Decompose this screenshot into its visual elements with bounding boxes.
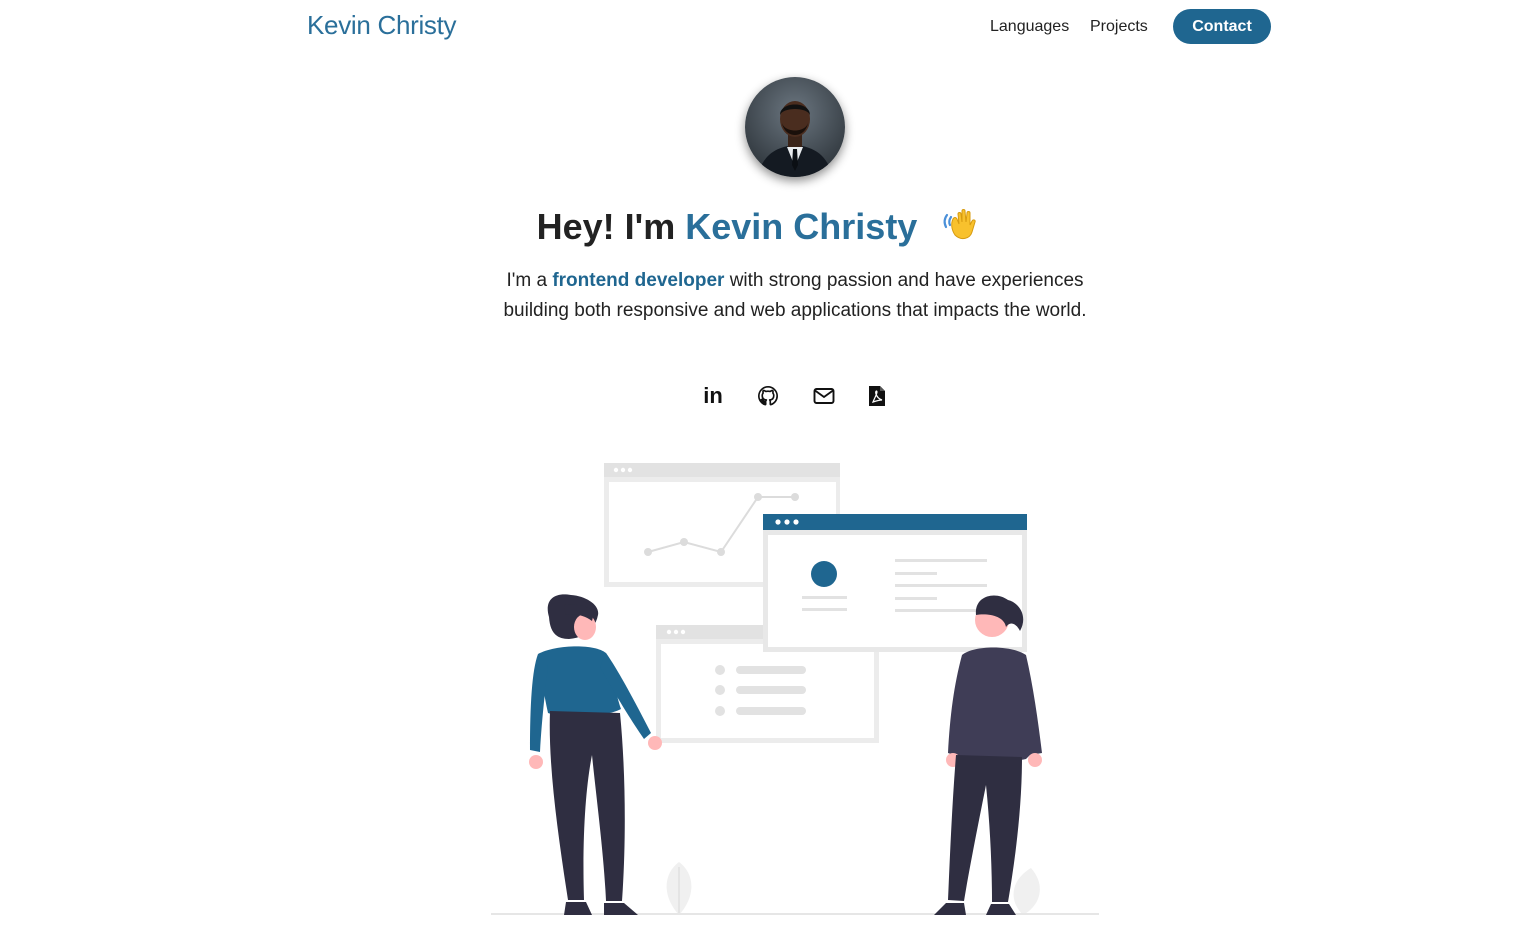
bio-highlight: frontend developer [552,270,725,291]
nav-link-projects[interactable]: Projects [1090,18,1148,36]
greeting-text: Hey! I'm [536,206,676,248]
hero-bio: I'm a frontend developer with strong pas… [489,266,1101,326]
waving-hand-icon [941,205,981,254]
nav-link-languages[interactable]: Languages [990,18,1069,36]
brand-logo-text[interactable]: Kevin Christy [307,10,457,41]
avatar [745,77,845,177]
contact-button[interactable]: Contact [1173,9,1271,44]
linkedin-icon[interactable]: in [700,382,726,410]
bio-prefix: I'm a [506,270,548,291]
pdf-icon[interactable] [865,382,889,410]
hero-headline: Hey! I'm Kevin Christy [0,205,1518,254]
top-navbar: Kevin Christy Languages Projects Contact [0,0,1518,56]
mail-icon[interactable] [811,382,837,410]
woman-figure-illustration [529,594,662,915]
github-icon[interactable] [756,382,780,410]
hero-name: Kevin Christy [685,206,918,248]
hero-illustration [486,455,1106,920]
